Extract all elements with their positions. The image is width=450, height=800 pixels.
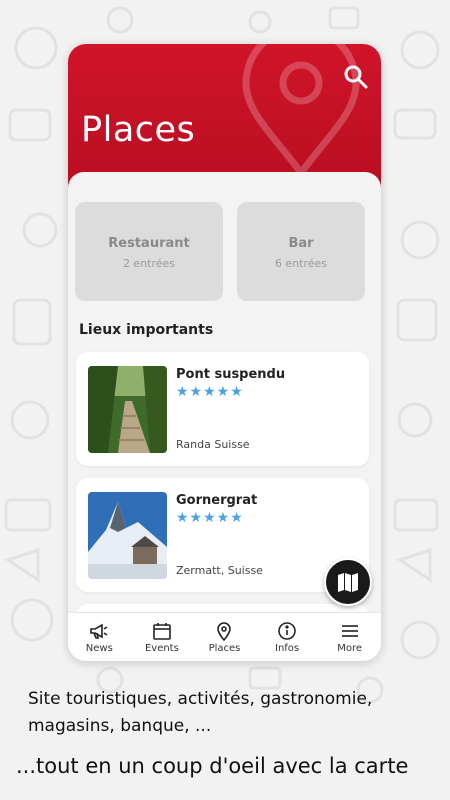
tab-label: Infos	[275, 643, 300, 654]
caption-line-1: Site touristiques, activités, gastronomi…	[28, 689, 373, 736]
tab-places[interactable]: Places	[193, 613, 256, 661]
calendar-icon	[153, 623, 171, 640]
tab-infos[interactable]: Infos	[256, 613, 319, 661]
page-title: Places	[81, 110, 196, 150]
place-title: Pont suspendu	[176, 367, 286, 382]
section-title: Lieux importants	[79, 322, 214, 338]
category-bar[interactable]: Bar 6 entrées	[237, 202, 365, 301]
search-icon	[344, 65, 368, 89]
search-button[interactable]	[343, 64, 369, 90]
map-icon	[338, 573, 358, 592]
caption-line-2: ...tout en un coup d'oeil avec la carte	[16, 754, 409, 778]
tab-label: More	[337, 643, 363, 654]
place-card-pont-suspendu[interactable]: Pont suspendu ★★★★★ Randa Suisse	[76, 352, 369, 466]
location-pin-icon	[217, 622, 232, 641]
place-location: Zermatt, Suisse	[176, 564, 263, 577]
tab-more[interactable]: More	[318, 613, 381, 661]
tab-news[interactable]: News	[68, 613, 131, 661]
category-count: 2 entrées	[122, 257, 176, 270]
phone-screen: Places Restaurant 2 entrées Bar 6 entrée…	[68, 44, 381, 661]
tab-label: News	[85, 643, 113, 654]
category-count: 6 entrées	[274, 257, 328, 270]
tab-label: Events	[144, 643, 179, 654]
category-name: Bar	[288, 236, 314, 251]
tab-events[interactable]: Events	[131, 613, 194, 661]
rating-stars: ★★★★★	[176, 384, 244, 400]
place-location: Randa Suisse	[176, 438, 250, 451]
info-icon	[278, 622, 296, 640]
menu-icon	[341, 625, 358, 637]
rating-stars: ★★★★★	[176, 510, 244, 526]
bottom-tab-bar: News Events Places Infos More	[68, 612, 381, 661]
place-thumbnail	[88, 366, 167, 453]
tab-label: Places	[208, 643, 241, 654]
category-name: Restaurant	[108, 236, 190, 251]
category-restaurant[interactable]: Restaurant 2 entrées	[75, 202, 223, 301]
megaphone-icon	[90, 623, 108, 639]
place-thumbnail	[88, 492, 167, 579]
content-panel: Restaurant 2 entrées Bar 6 entrées Lieux…	[68, 172, 381, 612]
place-title: Gornergrat	[176, 493, 258, 508]
map-button[interactable]	[324, 558, 372, 606]
place-card-partial[interactable]	[76, 604, 369, 612]
